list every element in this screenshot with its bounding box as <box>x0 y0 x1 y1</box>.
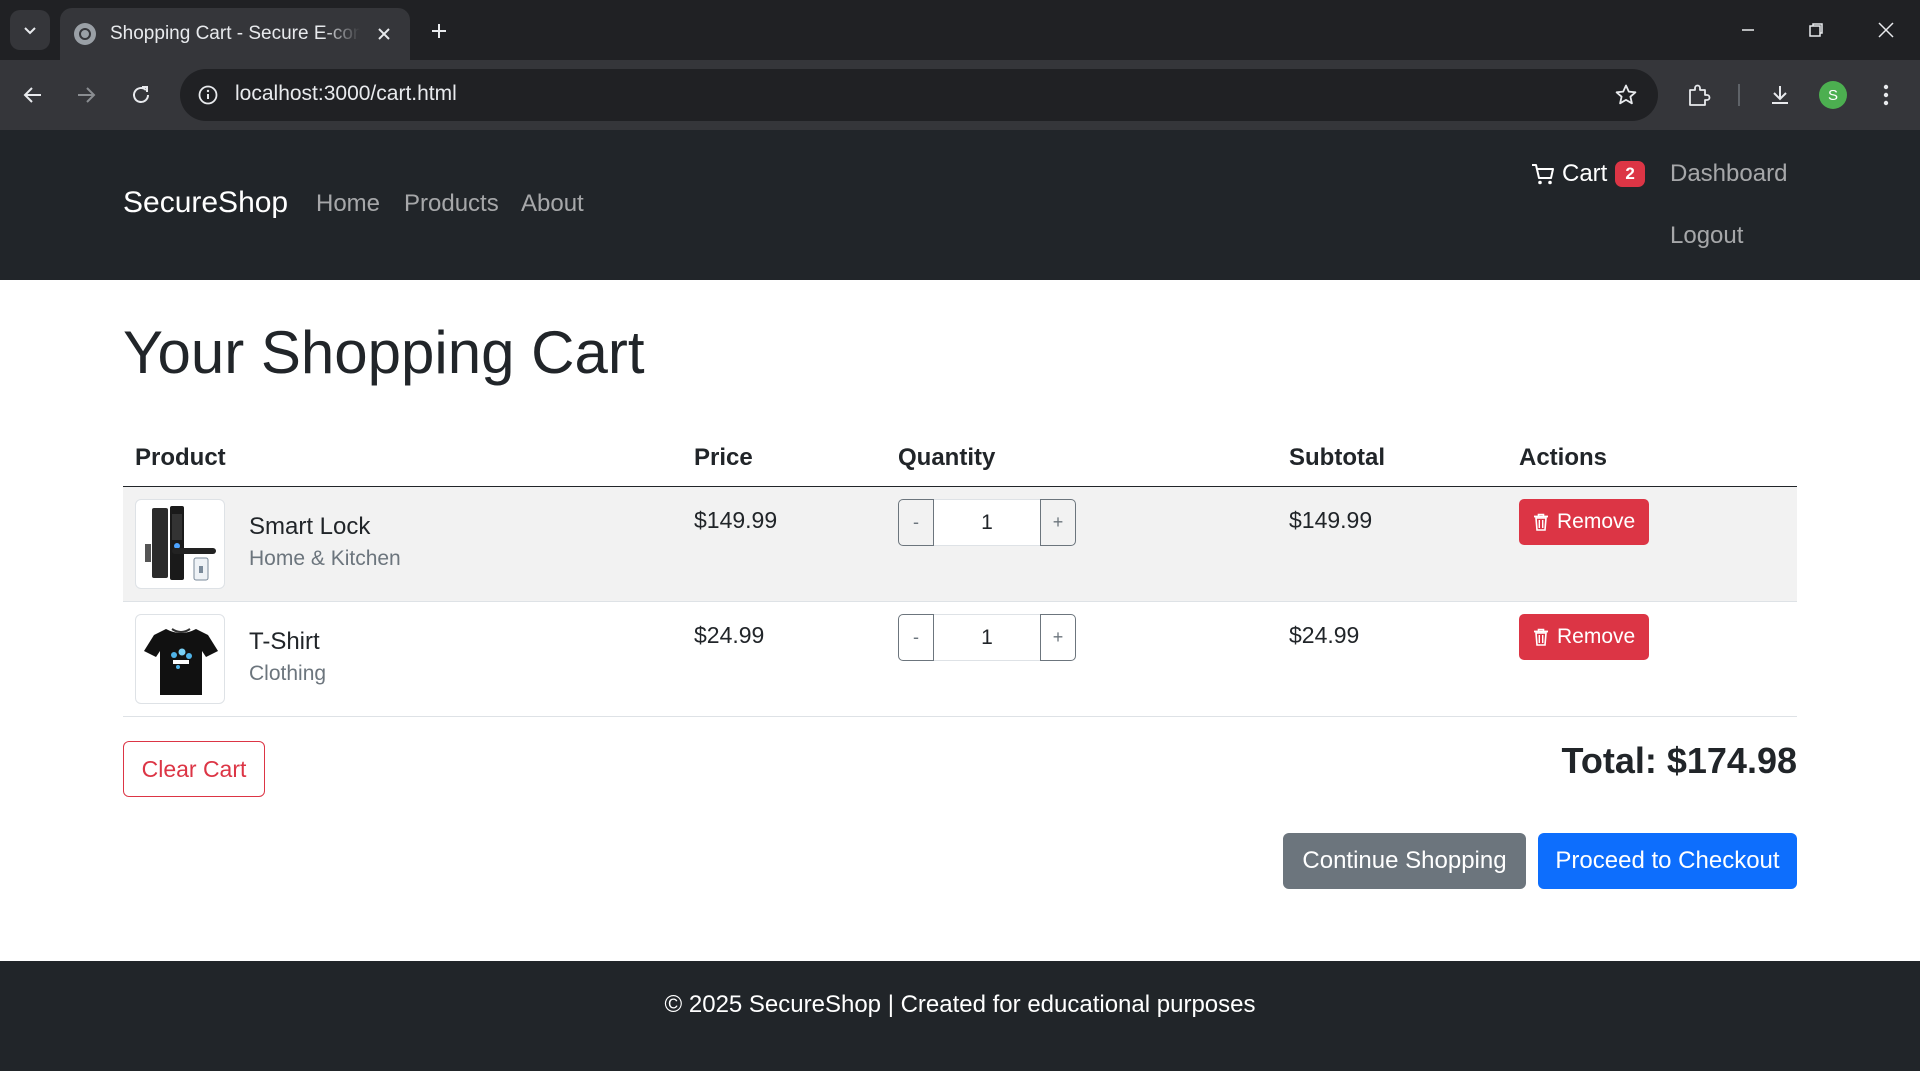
table-row: T-Shirt Clothing $24.99 - 1 + $24.99 Rem… <box>123 602 1797 717</box>
increase-quantity-button[interactable]: + <box>1040 614 1076 661</box>
quantity-input[interactable]: 1 <box>934 499 1040 546</box>
close-icon <box>1878 22 1894 38</box>
arrow-right-icon <box>78 87 96 103</box>
plus-icon <box>432 24 446 38</box>
product-image-smart-lock <box>135 499 225 589</box>
toolbar-separator <box>1738 84 1740 106</box>
nav-link-logout[interactable]: Logout <box>1670 222 1743 250</box>
product-price: $149.99 <box>694 507 778 533</box>
minimize-icon <box>1742 29 1754 31</box>
browser-toolbar: localhost:3000/cart.html S <box>0 60 1920 130</box>
increase-quantity-button[interactable]: + <box>1040 499 1076 546</box>
arrow-left-icon <box>23 87 41 103</box>
cart-icon <box>1532 164 1554 185</box>
column-header-quantity: Quantity <box>898 444 996 471</box>
restore-icon <box>1809 23 1823 37</box>
product-category: Home & Kitchen <box>249 547 401 570</box>
trash-icon <box>1533 513 1549 531</box>
back-button[interactable] <box>15 77 51 113</box>
bookmark-star-icon[interactable] <box>1612 81 1640 109</box>
product-category: Clothing <box>249 662 327 685</box>
cart-count-badge: 2 <box>1615 161 1645 187</box>
profile-avatar[interactable]: S <box>1819 81 1847 109</box>
table-row: Smart Lock Home & Kitchen $149.99 - 1 + … <box>123 487 1797 602</box>
decrease-quantity-button[interactable]: - <box>898 614 934 661</box>
column-header-actions: Actions <box>1519 444 1608 471</box>
product-price: $24.99 <box>694 622 765 648</box>
remove-item-button[interactable]: Remove <box>1519 614 1650 660</box>
reload-icon <box>133 86 149 103</box>
page-title: Your Shopping Cart <box>123 319 645 386</box>
proceed-to-checkout-button[interactable]: Proceed to Checkout <box>1538 833 1797 889</box>
quantity-stepper: - 1 + <box>898 614 1078 661</box>
close-tab-icon[interactable] <box>372 22 396 46</box>
address-bar[interactable]: localhost:3000/cart.html <box>180 69 1658 121</box>
restore-button[interactable] <box>1796 12 1836 48</box>
globe-icon <box>74 23 96 45</box>
extensions-button[interactable] <box>1681 77 1717 113</box>
new-tab-button[interactable] <box>424 16 454 46</box>
puzzle-icon <box>1689 84 1711 106</box>
remove-label: Remove <box>1557 510 1636 533</box>
minimize-button[interactable] <box>1728 12 1768 48</box>
nav-link-dashboard[interactable]: Dashboard <box>1670 160 1787 188</box>
browser-tab-strip: Shopping Cart - Secure E-commerce <box>0 0 1920 60</box>
cart-total: Total: $174.98 <box>1561 740 1797 781</box>
column-header-product: Product <box>135 444 226 471</box>
nav-cart-link[interactable]: Cart 2 <box>1530 160 1645 188</box>
browser-menu-button[interactable] <box>1868 77 1904 113</box>
nav-link-home[interactable]: Home <box>316 190 380 218</box>
kebab-menu-icon <box>1883 84 1889 106</box>
downloads-button[interactable] <box>1762 77 1798 113</box>
product-subtotal: $24.99 <box>1289 622 1360 648</box>
decrease-quantity-button[interactable]: - <box>898 499 934 546</box>
quantity-input[interactable]: 1 <box>934 614 1040 661</box>
quantity-stepper: - 1 + <box>898 499 1078 546</box>
product-name: Smart Lock <box>249 513 371 540</box>
site-info-icon[interactable] <box>194 81 222 109</box>
product-name: T-Shirt <box>249 628 320 655</box>
chevron-down-icon <box>24 27 36 35</box>
clear-cart-button[interactable]: Clear Cart <box>123 741 265 797</box>
column-header-subtotal: Subtotal <box>1289 444 1385 471</box>
download-icon <box>1772 86 1788 104</box>
browser-tab-active[interactable]: Shopping Cart - Secure E-commerce <box>60 8 410 60</box>
site-navbar: SecureShop Home Products About Cart 2 Da… <box>0 130 1920 280</box>
brand-logo-link[interactable]: SecureShop <box>123 186 288 220</box>
cart-label: Cart <box>1562 160 1608 187</box>
continue-shopping-button[interactable]: Continue Shopping <box>1283 833 1526 889</box>
site-footer: © 2025 SecureShop | Created for educatio… <box>0 961 1920 1071</box>
close-window-button[interactable] <box>1866 12 1906 48</box>
product-subtotal: $149.99 <box>1289 507 1373 533</box>
tab-title: Shopping Cart - Secure E-commerce <box>110 23 360 44</box>
product-image-t-shirt <box>135 614 225 704</box>
trash-icon <box>1533 628 1549 646</box>
remove-item-button[interactable]: Remove <box>1519 499 1650 545</box>
nav-link-products[interactable]: Products <box>404 190 499 218</box>
tab-search-button[interactable] <box>10 10 50 50</box>
column-header-price: Price <box>694 444 753 471</box>
url-text: localhost:3000/cart.html <box>235 82 457 105</box>
footer-text: © 2025 SecureShop | Created for educatio… <box>664 991 1256 1018</box>
reload-button[interactable] <box>123 77 159 113</box>
forward-button[interactable] <box>68 77 104 113</box>
nav-link-about[interactable]: About <box>521 190 584 218</box>
remove-label: Remove <box>1557 625 1636 648</box>
